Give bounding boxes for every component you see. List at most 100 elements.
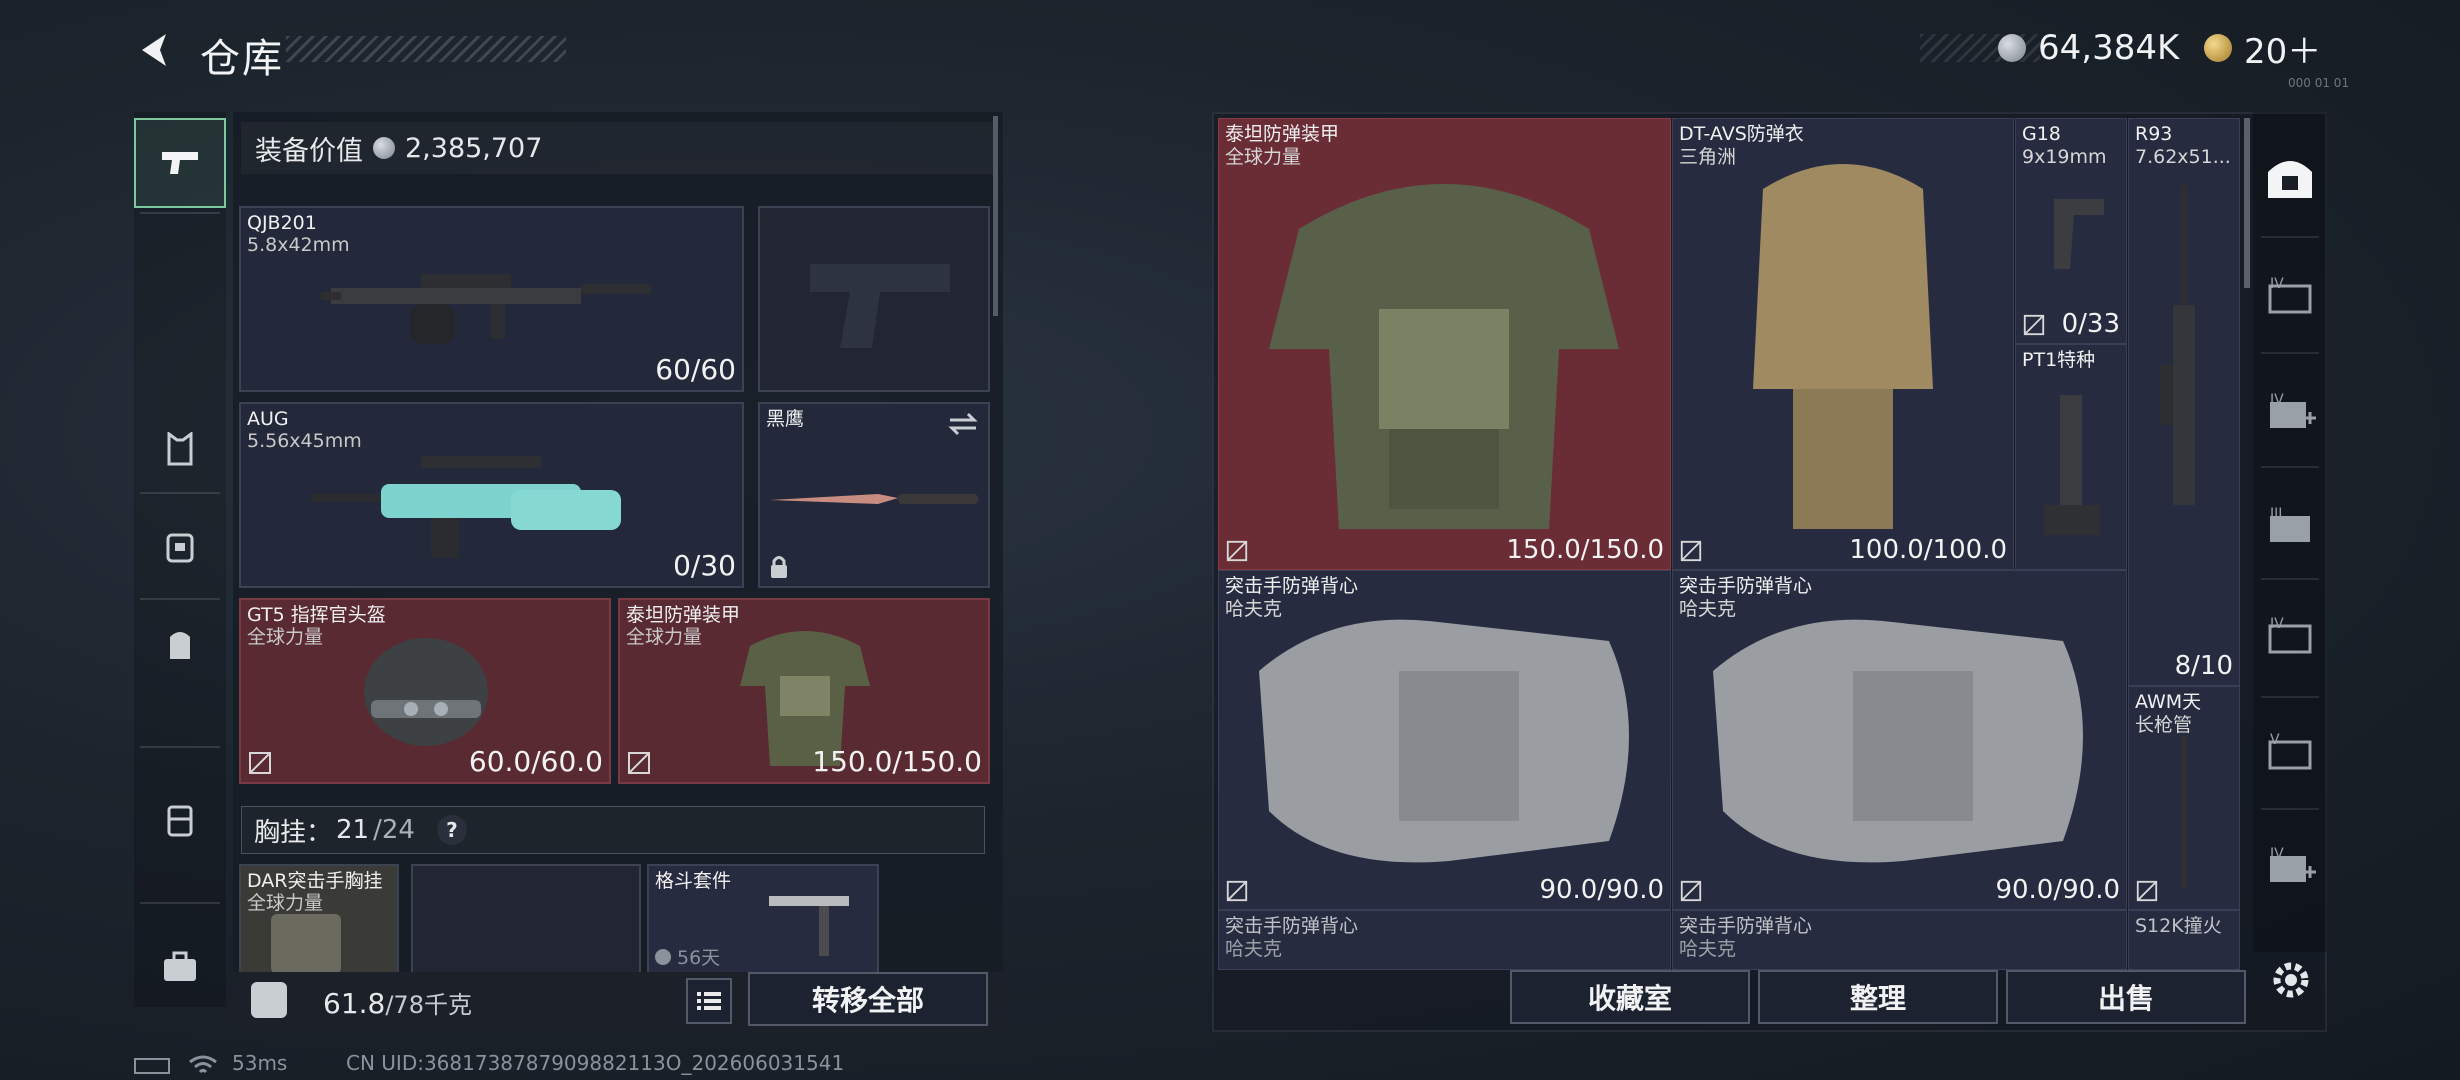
item-name: AWM天 [2135,691,2202,713]
sidebar-item-armor[interactable] [134,502,226,592]
vest-image [1259,619,1629,863]
body-armor-slot[interactable]: 泰坦防弹装甲 全球力量 150.0/150.0 [618,598,990,784]
gear-icon [2273,962,2309,998]
stash-tab-4c[interactable]: IV [2253,598,2327,674]
svg-text:IV: IV [2270,846,2284,862]
stash-panel: 泰坦防弹装甲 全球力量 150.0/150.0 DT-AVS防弹衣 三角洲 10… [1212,112,2327,1032]
item-name: DT-AVS防弹衣 [1679,123,1804,145]
rig-name: DAR突击手胸挂 [247,870,383,892]
broken-gear-icon [2023,314,2045,336]
stash-scrollbar[interactable] [2244,118,2250,288]
sell-button[interactable]: 出售 [2006,970,2246,1024]
stash-item-s12k[interactable]: S12K撞火 [2128,910,2240,970]
broken-gear-icon [1680,880,1702,902]
sort-button[interactable]: 整理 [1758,970,1998,1024]
item-name: PT1特种 [2022,349,2096,371]
folder-icon: V [2268,732,2312,770]
stash-tab-4b[interactable]: IV [2253,374,2327,450]
stash-item-r93[interactable]: R93 7.62x51... 8/10 [2128,118,2240,686]
swap-icon[interactable] [946,412,980,436]
helmet-slot[interactable]: GT5 指挥官头盔 全球力量 60.0/60.0 [239,598,611,784]
rifle-image [321,274,651,344]
rig-empty-slot[interactable] [411,864,641,974]
item-count: 8/10 [2174,651,2233,681]
settings-button[interactable] [2266,955,2316,1005]
stash-tab-4[interactable]: IV [2253,258,2327,334]
armor-icon [166,533,194,563]
coin-icon [1998,34,2026,62]
sidebar-item-toolbox[interactable] [134,922,226,1012]
list-icon [697,992,721,1010]
broken-gear-icon [249,752,271,774]
stash-item-awm[interactable]: AWM天 长枪管 [2128,686,2240,910]
armor-durability: 150.0/150.0 [812,745,982,778]
list-view-button[interactable] [686,978,732,1024]
equipment-panel: 装备价值 2,385,707 QJB201 5.8x42mm 60/60 AUG… [233,112,1003,1032]
stash-tab-4d[interactable]: IV [2253,828,2327,904]
sniper-rifle-image [2159,185,2195,505]
item-durability: 100.0/100.0 [1849,535,2007,565]
stash-tab-3[interactable]: III [2253,488,2327,564]
kit-duration: 56天 [655,943,720,970]
stash-tabs: IV IV III IV V IV [2253,112,2327,952]
weapon-ammo-count: 0/30 [673,549,736,582]
stash-item-vest-avs[interactable]: DT-AVS防弹衣 三角洲 100.0/100.0 [1672,118,2014,570]
weapon-slot-primary[interactable]: QJB201 5.8x42mm 60/60 [239,206,744,392]
item-name: S12K撞火 [2135,915,2222,937]
chest-rig-used: 21 [336,815,370,845]
battery-icon [134,1058,170,1074]
currency-main[interactable]: 64,384K [1998,26,2179,70]
stash-item-pt1[interactable]: PT1特种 [2015,344,2127,570]
stash-tab-main[interactable] [2253,140,2327,216]
sidearm-slot-empty[interactable] [758,206,990,392]
sidebar-item-weapons[interactable] [134,118,226,208]
stash-item-vest-2[interactable]: 突击手防弹背心 哈夫克 90.0/90.0 [1672,570,2127,910]
currency-secondary[interactable]: 20＋ [2204,26,2322,72]
aug-rifle-image [311,456,621,558]
pistol-icon [162,152,198,174]
folder-icon: IV [2268,276,2312,314]
stash-item-armor[interactable]: 泰坦防弹装甲 全球力量 150.0/150.0 [1218,118,1671,570]
helmet-name: GT5 指挥官头盔 [247,604,386,626]
collection-room-button[interactable]: 收藏室 [1510,970,1750,1024]
wifi-icon [189,1055,217,1074]
medkit-folder-icon: IV [2270,392,2316,428]
melee-slot[interactable]: 黑鹰 [758,402,990,588]
armor-faction: 全球力量 [626,626,703,648]
tiny-label: 000 01 01 [2288,76,2350,90]
token-icon [2204,34,2232,62]
pistol-image [2054,199,2104,269]
ping-value: 53ms [232,1051,288,1075]
stash-item-vest-4[interactable]: 突击手防弹背心 哈夫克 [1672,910,2127,970]
stash-item-g18[interactable]: G18 9x19mm 0/33 [2015,118,2127,344]
armor-name: 泰坦防弹装甲 [626,604,741,626]
weapon-slot-secondary[interactable]: AUG 5.56x45mm 0/30 [239,402,744,588]
stash-item-vest-3[interactable]: 突击手防弹背心 哈夫克 [1218,910,1671,970]
chest-rig-item[interactable]: DAR突击手胸挂 全球力量 [239,864,399,974]
page-title: 仓库 [200,36,284,82]
currency-secondary-value: 20＋ [2244,31,2322,72]
stash-tab-5[interactable]: V [2253,714,2327,790]
broken-gear-icon [1226,880,1248,902]
help-button[interactable]: ? [436,815,467,845]
stash-item-vest-1[interactable]: 突击手防弹背心 哈夫克 90.0/90.0 [1218,570,1671,910]
svg-text:IV: IV [2270,616,2284,632]
sidebar-item-backpack[interactable] [134,600,226,690]
transfer-all-button[interactable]: 转移全部 [748,972,988,1026]
rig-image [271,914,341,972]
melee-kit-item[interactable]: 格斗套件 56天 [647,864,879,974]
sidebar-item-case[interactable] [134,776,226,866]
panel-scrollbar[interactable] [993,116,998,316]
back-button[interactable] [132,26,180,74]
sidebar-item-vest[interactable] [134,404,226,494]
broken-gear-icon [628,752,650,774]
knife-image [770,494,978,504]
medkit-folder-icon: IV [2270,846,2316,882]
equip-value: 2,385,707 [405,132,543,164]
item-ammo: 9x19mm [2022,146,2107,168]
item-durability: 90.0/90.0 [1995,875,2120,905]
item-name: 突击手防弹背心 [1679,575,1813,597]
ammo-folder-icon: III [2270,506,2310,542]
folder-icon: IV [2268,616,2312,654]
weight-max: /78千克 [385,991,472,1019]
